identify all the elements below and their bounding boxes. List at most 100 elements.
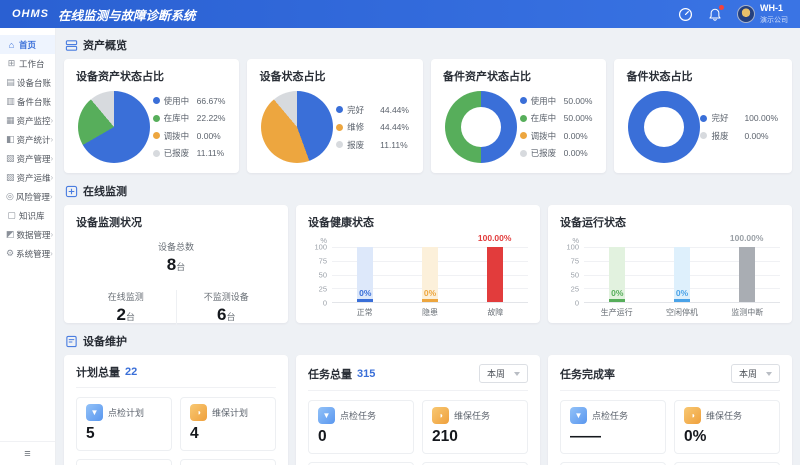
card-title: 任务总量 [308,366,352,382]
sidebar-item-spare-ledger[interactable]: ▥ 备件台账 [0,92,55,111]
asset-manage-icon: ▧ [6,153,15,164]
sidebar-item-label: 设备台账 [17,77,51,89]
bar-normal: 0% [357,247,373,302]
sidebar-item-risk[interactable]: ◎ 风险管理 › [0,187,55,206]
legend-item[interactable]: 报废0.00% [700,130,778,142]
pie-chart [78,91,150,163]
legend-item[interactable]: 已报废0.00% [520,147,593,159]
sidebar-item-knowledge[interactable]: ▢ 知识库 [0,206,55,225]
chevron-right-icon: › [51,135,54,144]
legend-dot [520,132,527,139]
legend-item[interactable]: 已报废11.11% [153,147,226,159]
bar-hidden-danger: 0% [422,247,438,302]
avatar[interactable] [737,5,755,23]
section-title: 设备维护 [83,333,127,349]
sidebar-item-label: 资产统计 [17,134,51,146]
sidebar-item-label: 风险管理 [16,191,50,203]
legend-dot [153,97,160,104]
legend-value: 66.67% [197,96,226,106]
system-icon: ⚙ [6,248,14,259]
legend-label: 在库中 [531,112,564,124]
app-title: 在线监测与故障诊断系统 [58,5,196,24]
legend-item[interactable]: 使用中66.67% [153,95,226,107]
legend-item[interactable]: 调拨中0.00% [153,130,226,142]
stat-tile-spot-check-task: ▼ 点检任务 0 [308,400,414,454]
bar-fault: 100.00% [487,247,503,302]
total-devices-label: 设备总数 [76,240,276,253]
sidebar-item-system-manage[interactable]: ⚙ 系统管理 › [0,244,55,263]
section-header-online-monitoring: 在线监测 [64,183,792,199]
donut-chart [628,91,700,163]
bell-icon[interactable] [707,6,723,22]
plan-total-value: 22 [125,366,137,378]
online-count: 在线监测 2台 [76,290,176,325]
gauge-icon[interactable] [677,6,693,22]
sidebar-item-home[interactable]: ⌂ 首页 [0,35,55,54]
sidebar-item-label: 资产运维 [17,172,51,184]
tile-label: 维保任务 [454,409,490,422]
sidebar-item-device-ledger[interactable]: ▤ 设备台账 [0,73,55,92]
chevron-right-icon: › [51,154,54,163]
tile-value: —— [570,428,656,446]
card-device-status: 设备状态占比 完好44.44% 维修44.44% 报废11.11% [247,59,422,173]
legend-item[interactable]: 调拨中0.00% [520,130,593,142]
spot-check-icon: ▼ [318,407,335,424]
legend-item[interactable]: 完好100.00% [700,112,778,124]
ohms-logo: OHMS [12,8,49,20]
sidebar-item-label: 首页 [19,39,36,51]
legend-item[interactable]: 报废11.11% [336,139,409,151]
spot-check-icon: ▼ [570,407,587,424]
main-content: 资产概览 设备资产状态占比 使用中66.67% 在库中22.22% 调拨中0.0… [56,28,800,465]
section-title: 在线监测 [83,183,127,199]
sidebar-item-label: 资产管理 [17,153,51,165]
sidebar-item-workbench[interactable]: ⊞ 工作台 [0,54,55,73]
sidebar-item-label: 数据管理 [17,229,51,241]
card-title: 设备监测状况 [76,214,276,230]
sidebar-item-data-manage[interactable]: ◩ 数据管理 › [0,225,55,244]
sidebar-item-asset-stats[interactable]: ◧ 资产统计 › [0,130,55,149]
tile-value: 0% [684,428,770,446]
stat-tile-overhaul-plan: ◎检修计划 3 [180,459,276,465]
sidebar-item-asset-ops[interactable]: ▨ 资产运维 › [0,168,55,187]
legend-item[interactable]: 维修44.44% [336,121,409,133]
tile-value: 210 [432,428,518,446]
legend-item[interactable]: 在库中50.00% [520,112,593,124]
legend-label: 报废 [711,130,744,142]
tile-label: 点检任务 [340,409,376,422]
bar-idle: 0% [674,247,690,302]
legend-item[interactable]: 在库中22.22% [153,112,226,124]
sidebar-item-asset-manage[interactable]: ▧ 资产管理 › [0,149,55,168]
tile-label: 维保计划 [212,406,248,419]
axis-tick: 25 [319,285,327,294]
legend-dot [153,150,160,157]
axis-tick: 0 [575,299,579,308]
sidebar-item-label: 工作台 [19,58,45,70]
legend-item[interactable]: 使用中50.00% [520,95,593,107]
spare-ledger-icon: ▥ [6,96,15,107]
top-header: OHMS 在线监测与故障诊断系统 WH-1 演示公司 [0,0,800,28]
week-filter-dropdown[interactable]: 本周 [479,364,528,383]
legend-label: 使用中 [164,95,197,107]
legend-item[interactable]: 完好44.44% [336,104,409,116]
chevron-right-icon: › [51,116,54,125]
data-icon: ◩ [6,229,15,240]
bar-value-label: 0% [676,288,688,298]
chevron-down-icon [766,372,772,376]
axis-tick: 75 [319,257,327,266]
legend-value: 11.11% [197,148,225,158]
tile-value: 0 [318,428,404,446]
section-header-asset-overview: 资产概览 [64,37,792,53]
legend-label: 完好 [711,112,744,124]
legend-label: 维修 [347,121,380,133]
bar-value-label: 0% [611,288,623,298]
user-menu[interactable]: WH-1 演示公司 [737,3,788,24]
sidebar-collapse-button[interactable]: ≡ [0,441,55,465]
card-health-status: 设备健康状态 % 100 75 50 25 0 [296,205,540,323]
axis-tick: 50 [571,271,579,280]
stat-tile-spot-check-plan: ▼点检计划 5 [76,397,172,451]
legend-label: 已报废 [531,147,564,159]
sidebar-item-asset-monitor[interactable]: ▦ 资产监控 › [0,111,55,130]
wrench-icon: ◑ [432,407,449,424]
workbench-icon: ⊞ [6,58,17,69]
week-filter-dropdown[interactable]: 本周 [731,364,780,383]
